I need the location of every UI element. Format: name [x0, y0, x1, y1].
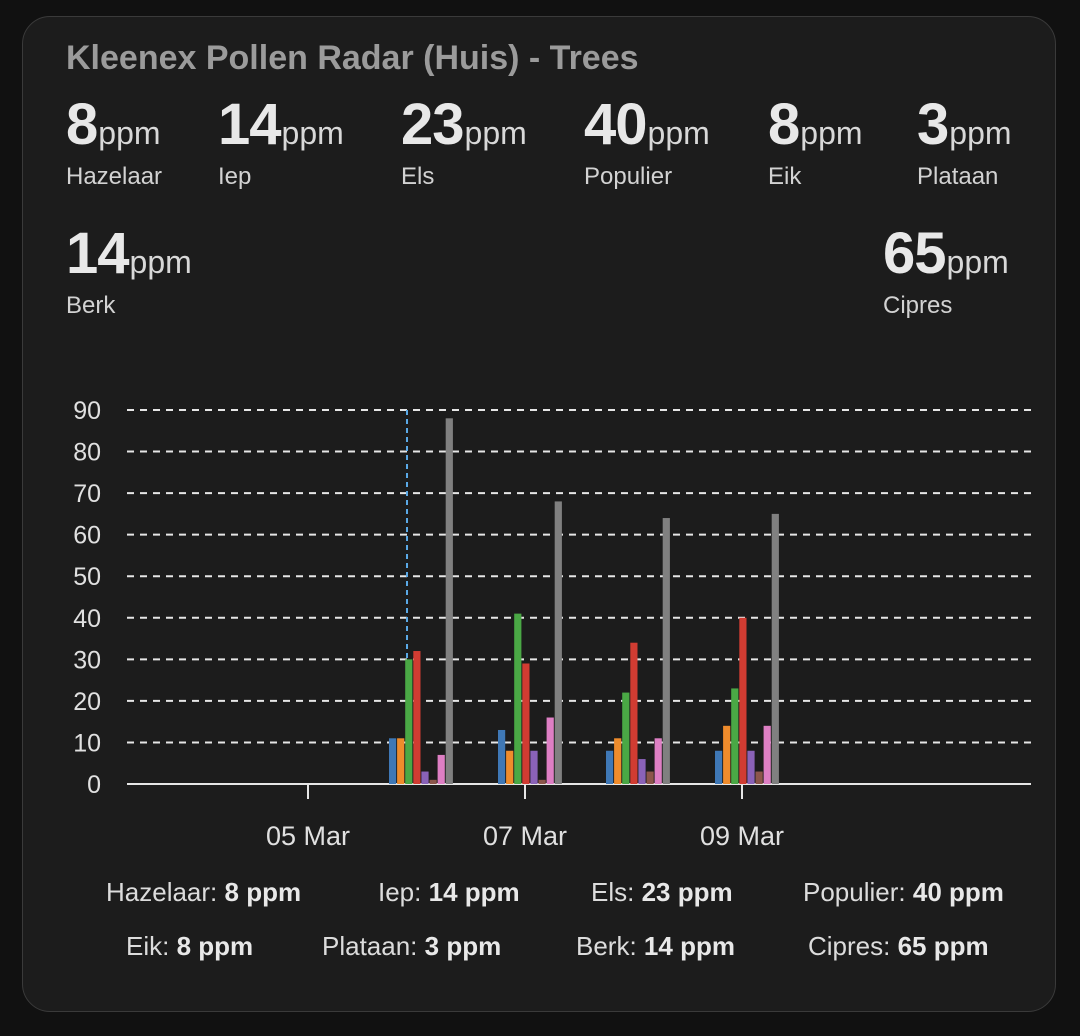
legend-label: Hazelaar:: [106, 877, 218, 907]
legend-label: Eik:: [126, 931, 170, 961]
legend-item-cipres[interactable]: Cipres: 65 ppm: [808, 931, 989, 962]
y-tick-label: 20: [73, 688, 101, 716]
bar-plataan-08-mar: [646, 771, 654, 784]
bar-eik-06-mar: [421, 771, 429, 784]
bar-hazelaar-08-mar: [606, 750, 614, 784]
x-tick-label: 07 Mar: [483, 821, 567, 851]
legend-item-plataan[interactable]: Plataan: 3 ppm: [322, 931, 501, 962]
bar-eik-08-mar: [638, 759, 646, 784]
bar-berk-07-mar: [546, 717, 554, 784]
legend-label: Iep:: [378, 877, 422, 907]
bar-berk-09-mar: [763, 725, 771, 784]
bar-hazelaar-07-mar: [498, 729, 506, 784]
legend-label: Els:: [591, 877, 635, 907]
bar-els-08-mar: [622, 692, 630, 784]
legend-label: Berk:: [576, 931, 637, 961]
y-tick-label: 60: [73, 522, 101, 550]
y-tick-label: 10: [73, 729, 101, 757]
bar-populier-09-mar: [739, 617, 747, 784]
bar-els-09-mar: [731, 688, 739, 784]
bar-eik-09-mar: [747, 750, 755, 784]
bar-cipres-09-mar: [771, 513, 779, 784]
legend-value: 65 ppm: [897, 931, 989, 961]
legend-label: Populier:: [803, 877, 906, 907]
legend-label: Plataan:: [322, 931, 418, 961]
y-tick-label: 50: [73, 563, 101, 591]
pollen-card: Kleenex Pollen Radar (Huis) - Trees 8ppm…: [22, 16, 1056, 1012]
bar-iep-09-mar: [723, 725, 731, 784]
legend-value: 8 ppm: [224, 877, 302, 907]
bar-populier-08-mar: [630, 642, 638, 784]
legend-item-eik[interactable]: Eik: 8 ppm: [126, 931, 253, 962]
y-tick-label: 80: [73, 439, 101, 467]
bar-populier-07-mar: [522, 663, 530, 784]
bar-iep-06-mar: [397, 738, 405, 784]
legend-item-populier[interactable]: Populier: 40 ppm: [803, 877, 1004, 908]
pollen-bar-chart[interactable]: 0 10 20 30 40 50 60 70 80 90 05 Mar 07 Mar 09 Mar: [23, 17, 1057, 1013]
bar-iep-07-mar: [506, 750, 514, 784]
y-tick-label: 70: [73, 480, 101, 508]
bar-els-06-mar: [405, 659, 413, 784]
bar-cipres-07-mar: [554, 501, 562, 784]
y-tick-label: 90: [73, 397, 101, 425]
y-tick-label: 0: [87, 771, 101, 799]
bar-berk-08-mar: [654, 738, 662, 784]
bar-plataan-06-mar: [429, 779, 437, 784]
legend-value: 23 ppm: [641, 877, 733, 907]
x-tick-label: 05 Mar: [266, 821, 350, 851]
y-tick-label: 40: [73, 605, 101, 633]
bar-populier-06-mar: [413, 651, 421, 784]
y-tick-label: 30: [73, 646, 101, 674]
legend-value: 14 ppm: [428, 877, 520, 907]
bar-iep-08-mar: [614, 738, 622, 784]
bar-berk-06-mar: [437, 754, 445, 784]
legend-value: 8 ppm: [176, 931, 254, 961]
bar-hazelaar-09-mar: [715, 750, 723, 784]
bar-cipres-06-mar: [445, 418, 453, 784]
bar-els-07-mar: [514, 613, 522, 784]
legend-item-els[interactable]: Els: 23 ppm: [591, 877, 733, 908]
legend-label: Cipres:: [808, 931, 891, 961]
legend-item-berk[interactable]: Berk: 14 ppm: [576, 931, 735, 962]
bar-eik-07-mar: [530, 750, 538, 784]
bar-hazelaar-06-mar: [389, 738, 397, 784]
legend-value: 14 ppm: [643, 931, 735, 961]
legend-item-iep[interactable]: Iep: 14 ppm: [378, 877, 520, 908]
legend-item-hazelaar[interactable]: Hazelaar: 8 ppm: [106, 877, 301, 908]
bar-plataan-07-mar: [538, 779, 546, 784]
bar-plataan-09-mar: [755, 771, 763, 784]
legend-value: 3 ppm: [424, 931, 502, 961]
x-tick-label: 09 Mar: [700, 821, 784, 851]
bar-cipres-08-mar: [662, 518, 670, 784]
legend-value: 40 ppm: [912, 877, 1004, 907]
